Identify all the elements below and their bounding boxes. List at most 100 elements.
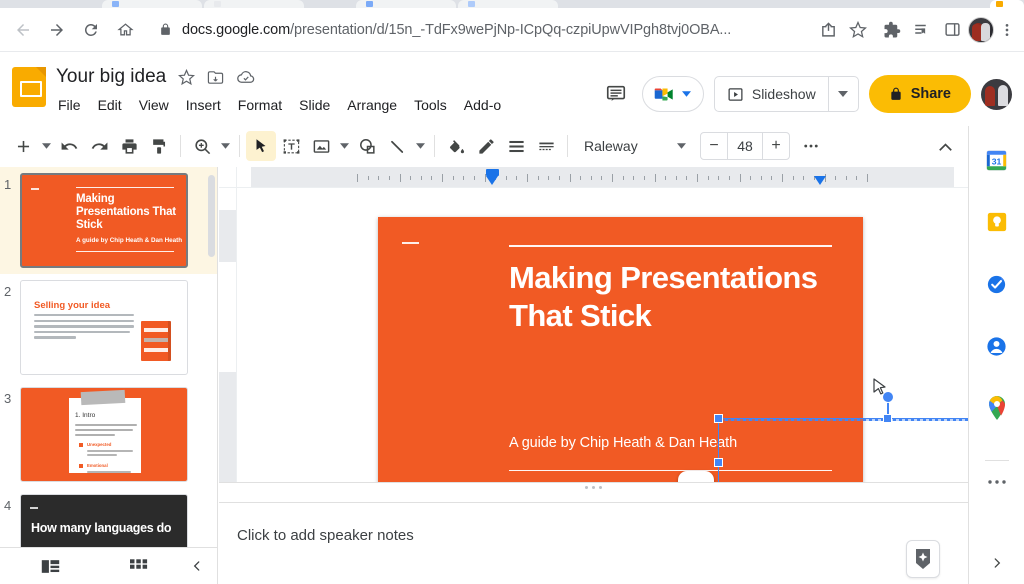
slide-subtitle-text[interactable]: A guide by Chip Heath & Dan Heath: [509, 435, 737, 451]
toolbar-divider: [567, 135, 568, 157]
google-slides-logo[interactable]: [12, 67, 46, 107]
more-toolbar-options-button[interactable]: [796, 131, 826, 161]
right-indent-marker[interactable]: [814, 176, 826, 185]
collapse-filmstrip-button[interactable]: [177, 559, 217, 573]
browser-tab[interactable]: [458, 0, 558, 8]
browser-tab-active[interactable]: [990, 0, 1024, 8]
fill-color-button[interactable]: [441, 131, 471, 161]
menu-tools[interactable]: Tools: [412, 95, 449, 115]
google-tasks-icon[interactable]: [985, 272, 1009, 296]
align-button[interactable]: [501, 131, 531, 161]
slide-canvas[interactable]: Making Presentations That Stick A guide …: [237, 188, 968, 492]
browser-tab-strip[interactable]: [0, 0, 1024, 8]
menu-insert[interactable]: Insert: [184, 95, 223, 115]
border-color-button[interactable]: [471, 131, 501, 161]
slideshow-button[interactable]: Slideshow: [715, 77, 828, 111]
menu-format[interactable]: Format: [236, 95, 284, 115]
get-add-ons-icon[interactable]: [987, 479, 1006, 485]
slideshow-options-caret[interactable]: [827, 77, 858, 111]
filmstrip-slide-1[interactable]: 1 Making Presentations That Stick A guid…: [0, 167, 217, 274]
line-spacing-button[interactable]: [531, 131, 561, 161]
slide-title-text[interactable]: Making Presentations That Stick: [509, 259, 844, 335]
google-maps-icon[interactable]: [985, 396, 1009, 420]
slide-thumbnail[interactable]: Making Presentations That Stick A guide …: [20, 173, 188, 268]
font-size-input[interactable]: 48: [727, 133, 763, 159]
zoom-caret-icon[interactable]: [217, 131, 233, 161]
account-avatar[interactable]: [981, 78, 1012, 110]
speaker-notes-placeholder[interactable]: Click to add speaker notes: [237, 527, 414, 544]
decrease-font-size-button[interactable]: −: [701, 133, 727, 159]
share-icon[interactable]: [814, 16, 842, 44]
browser-back-button[interactable]: [8, 15, 38, 45]
slide-thumbnail[interactable]: How many languages do: [20, 494, 188, 547]
browser-tab[interactable]: [102, 0, 202, 8]
new-slide-caret-icon[interactable]: [38, 131, 54, 161]
line-button[interactable]: [382, 131, 412, 161]
comment-history-icon[interactable]: [600, 78, 632, 110]
star-icon[interactable]: [844, 16, 872, 44]
increase-font-size-button[interactable]: +: [763, 133, 789, 159]
explore-button[interactable]: [906, 540, 940, 578]
font-size-stepper[interactable]: − 48 +: [700, 132, 790, 160]
puzzle-icon[interactable]: [878, 16, 906, 44]
print-button[interactable]: [114, 131, 144, 161]
zoom-button[interactable]: [187, 131, 217, 161]
slide-thumbnail[interactable]: Selling your idea: [20, 280, 188, 375]
redo-button[interactable]: [84, 131, 114, 161]
browser-home-button[interactable]: [110, 15, 140, 45]
google-meet-button[interactable]: [641, 76, 704, 112]
text-box-button[interactable]: [276, 131, 306, 161]
filmstrip-scrollbar[interactable]: [208, 175, 215, 257]
menu-view[interactable]: View: [137, 95, 171, 115]
menu-add-ons[interactable]: Add-o: [462, 95, 503, 115]
shape-button[interactable]: [352, 131, 382, 161]
filmstrip-view-button[interactable]: [0, 559, 100, 574]
slide-filmstrip[interactable]: 1 Making Presentations That Stick A guid…: [0, 167, 218, 547]
current-slide[interactable]: Making Presentations That Stick A guide …: [378, 217, 863, 492]
google-keep-icon[interactable]: [985, 210, 1009, 234]
filmstrip-slide-3[interactable]: 3 1. Intro Unexpected Emotional Simple: [0, 381, 217, 488]
hide-menus-button[interactable]: [930, 131, 960, 161]
speaker-notes-pane[interactable]: Click to add speaker notes: [219, 502, 968, 584]
side-panel-icon[interactable]: [938, 16, 966, 44]
browser-tab[interactable]: [204, 0, 304, 8]
paint-format-button[interactable]: [144, 131, 174, 161]
insert-image-caret-icon[interactable]: [336, 131, 352, 161]
show-side-panel-button[interactable]: [990, 556, 1004, 570]
menu-file[interactable]: File: [56, 95, 83, 115]
document-title[interactable]: Your big idea: [56, 66, 166, 88]
share-button[interactable]: Share: [868, 75, 971, 113]
profile-avatar[interactable]: [968, 16, 994, 43]
horizontal-ruler[interactable]: [237, 167, 968, 188]
browser-tab[interactable]: [356, 0, 456, 8]
undo-button[interactable]: [54, 131, 84, 161]
three-dot-menu-icon[interactable]: [996, 16, 1018, 44]
insert-image-button[interactable]: [306, 131, 336, 161]
font-family-select[interactable]: Raleway: [574, 131, 692, 161]
rotation-handle[interactable]: [882, 391, 894, 403]
browser-forward-button[interactable]: [42, 15, 72, 45]
star-icon[interactable]: [178, 68, 196, 86]
browser-reload-button[interactable]: [76, 15, 106, 45]
menu-arrange[interactable]: Arrange: [345, 95, 399, 115]
filmstrip-slide-4[interactable]: 4 How many languages do: [0, 488, 217, 547]
menu-edit[interactable]: Edit: [96, 95, 124, 115]
google-contacts-icon[interactable]: [985, 334, 1009, 358]
filmstrip-slide-2[interactable]: 2 Selling your idea: [0, 274, 217, 381]
resize-handle-n[interactable]: [883, 414, 892, 423]
move-to-folder-icon[interactable]: [207, 69, 224, 86]
line-caret-icon[interactable]: [412, 131, 428, 161]
first-line-indent-marker[interactable]: [486, 169, 499, 176]
menu-slide[interactable]: Slide: [297, 95, 332, 115]
address-bar[interactable]: docs.google.com/presentation/d/15n_-TdFx…: [146, 14, 806, 45]
reading-list-icon[interactable]: [908, 16, 936, 44]
grid-view-button[interactable]: [100, 558, 177, 574]
slide-thumbnail[interactable]: 1. Intro Unexpected Emotional Simple: [20, 387, 188, 482]
vertical-ruler[interactable]: [219, 188, 237, 492]
cloud-saved-icon[interactable]: [236, 68, 255, 87]
google-calendar-icon[interactable]: 31: [985, 148, 1009, 172]
left-indent-marker[interactable]: [486, 176, 498, 185]
notes-resize-handle[interactable]: [219, 482, 968, 492]
new-slide-button[interactable]: [8, 131, 38, 161]
select-tool-button[interactable]: [246, 131, 276, 161]
